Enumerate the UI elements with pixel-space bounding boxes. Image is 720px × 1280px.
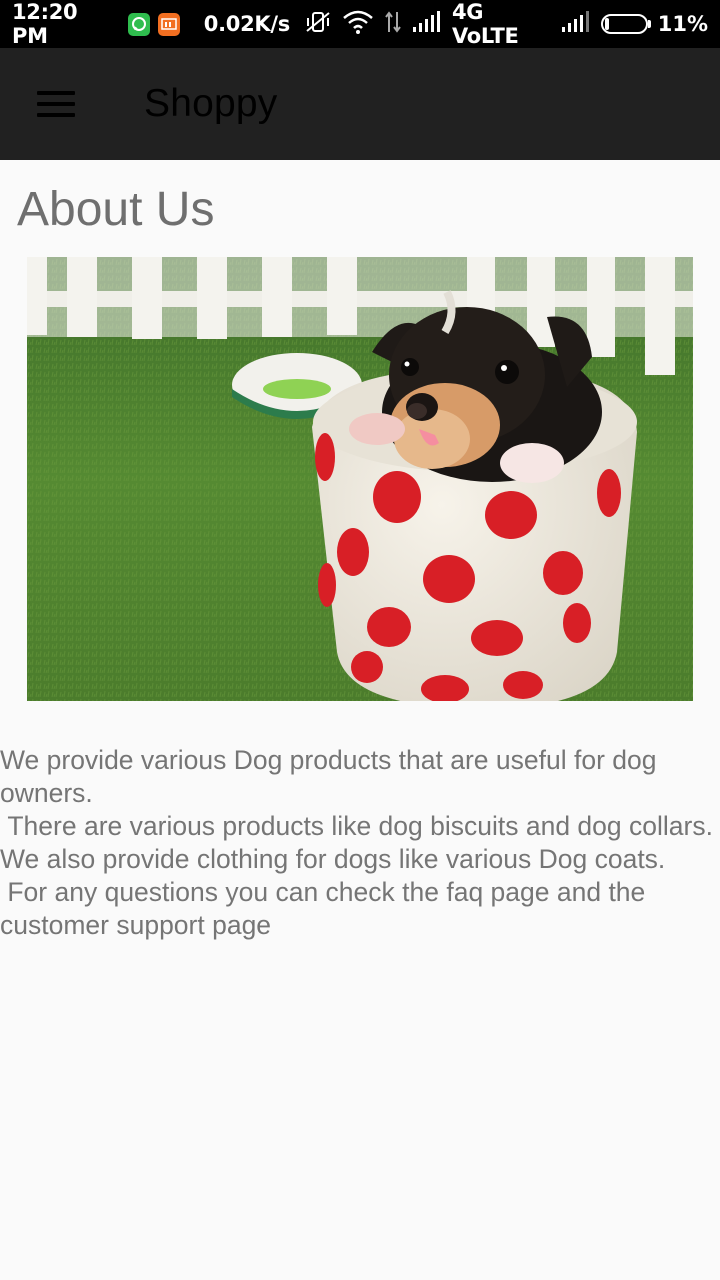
status-bar-left: 12:20 PM 0.02K/s bbox=[12, 0, 290, 48]
network-speed: 0.02K/s bbox=[203, 12, 290, 36]
network-type: 4G VoLTE bbox=[451, 0, 519, 48]
puppy-image bbox=[27, 257, 693, 701]
vibrate-off-icon bbox=[304, 10, 332, 39]
status-bar-right: 4G VoLTE 11% bbox=[304, 0, 708, 48]
hamburger-menu-icon[interactable] bbox=[22, 76, 90, 132]
app-bar: Shoppy bbox=[0, 48, 720, 160]
mi-icon bbox=[157, 12, 180, 36]
whatsapp-icon bbox=[127, 12, 150, 36]
data-arrows-icon bbox=[384, 10, 402, 39]
signal-icon bbox=[412, 10, 442, 38]
app-title: Shoppy bbox=[144, 82, 278, 125]
wifi-icon bbox=[342, 10, 374, 39]
status-time: 12:20 PM bbox=[12, 0, 78, 48]
battery-icon bbox=[600, 14, 651, 34]
page-title: About Us bbox=[17, 183, 215, 236]
status-bar: 12:20 PM 0.02K/s 4G VoLTE 11% bbox=[0, 0, 720, 48]
about-text: We provide various Dog products that are… bbox=[0, 745, 713, 940]
signal-icon-2 bbox=[561, 10, 591, 38]
battery-level: 11% bbox=[657, 12, 708, 36]
